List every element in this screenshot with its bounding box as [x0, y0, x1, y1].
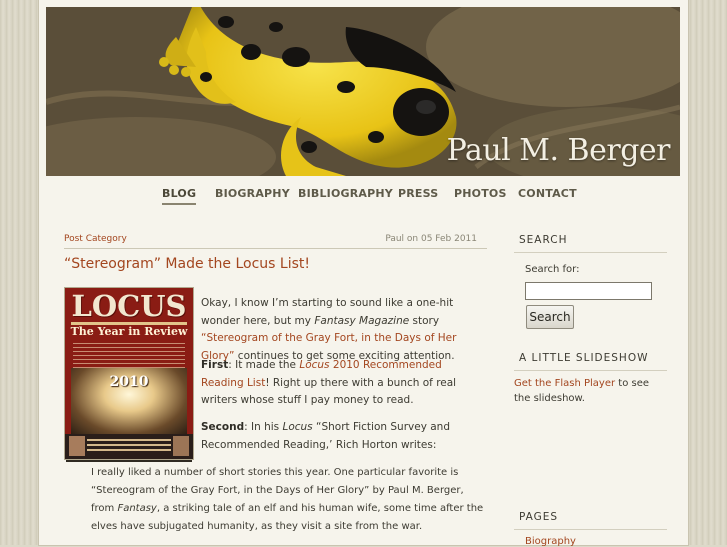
- p3-locus: Locus: [282, 421, 313, 433]
- slideshow-widget-title: A LITTLE SLIDESHOW: [519, 352, 649, 364]
- post-meta: Post Category Paul on 05 Feb 2011: [64, 232, 487, 249]
- post-date: Paul on 05 Feb 2011: [385, 234, 477, 244]
- search-label: Search for:: [525, 264, 580, 275]
- cover-headline: The Year in Review: [70, 325, 188, 338]
- post-category-link[interactable]: Post Category: [64, 234, 127, 244]
- blockquote: I really liked a number of short stories…: [91, 464, 489, 536]
- cover-bottom-strip: [65, 434, 193, 459]
- nav-item-biography[interactable]: BIOGRAPHY: [215, 187, 290, 203]
- nav-item-photos[interactable]: PHOTOS: [454, 187, 507, 203]
- cover-bottom-text: [87, 439, 171, 441]
- search-button[interactable]: Search: [526, 305, 574, 329]
- nav-item-blog[interactable]: BLOG: [162, 187, 197, 205]
- locus-cover-image[interactable]: LOCUS The Year in Review 2010: [64, 287, 194, 460]
- cover-portrait-left: [69, 436, 85, 456]
- p3-label: Second: [201, 421, 245, 433]
- p3-text: : In his: [244, 421, 283, 433]
- search-widget-rule: [514, 252, 667, 253]
- slideshow-widget-rule: [514, 370, 667, 371]
- p2-text: : It made the: [228, 359, 300, 371]
- p2-label: First: [201, 359, 229, 371]
- post-paragraph-2: First: It made the Locus 2010 Recommende…: [201, 357, 471, 410]
- post-paragraph-1: Okay, I know I’m starting to sound like …: [201, 295, 487, 365]
- cover-year: 2010: [109, 374, 149, 390]
- slideshow-text: Get the Flash Player to see the slidesho…: [514, 376, 664, 406]
- cover-text-lines: [73, 343, 185, 369]
- search-widget-title: SEARCH: [519, 234, 568, 246]
- quote-fantasy: Fantasy: [117, 503, 157, 514]
- flash-player-link[interactable]: Get the Flash Player: [514, 378, 615, 389]
- post-paragraph-3: Second: In his Locus “Short Fiction Surv…: [201, 419, 487, 454]
- post-title[interactable]: “Stereogram” Made the Locus List!: [64, 256, 310, 272]
- nav-item-contact[interactable]: CONTACT: [518, 187, 577, 203]
- post-meta-row: Post Category Paul on 05 Feb 2011: [64, 232, 487, 249]
- pages-item-biography[interactable]: Biography: [525, 536, 576, 547]
- header-banner: Paul M. Berger: [46, 7, 680, 176]
- search-input[interactable]: [525, 282, 652, 300]
- pages-widget-rule: [514, 529, 667, 530]
- nav-item-press[interactable]: PRESS: [398, 187, 438, 203]
- nav-item-bibliography[interactable]: BIBLIOGRAPHY: [298, 187, 393, 203]
- main-nav: BLOG BIOGRAPHY BIBLIOGRAPHY PRESS PHOTOS…: [39, 176, 688, 226]
- pages-widget-title: PAGES: [519, 511, 559, 523]
- site-title[interactable]: Paul M. Berger: [447, 133, 671, 168]
- p1-text-b: story: [409, 314, 440, 327]
- cover-portrait-right: [173, 436, 189, 456]
- p1-magazine: Fantasy Magazine: [314, 314, 410, 327]
- cover-logo: LOCUS: [71, 289, 187, 323]
